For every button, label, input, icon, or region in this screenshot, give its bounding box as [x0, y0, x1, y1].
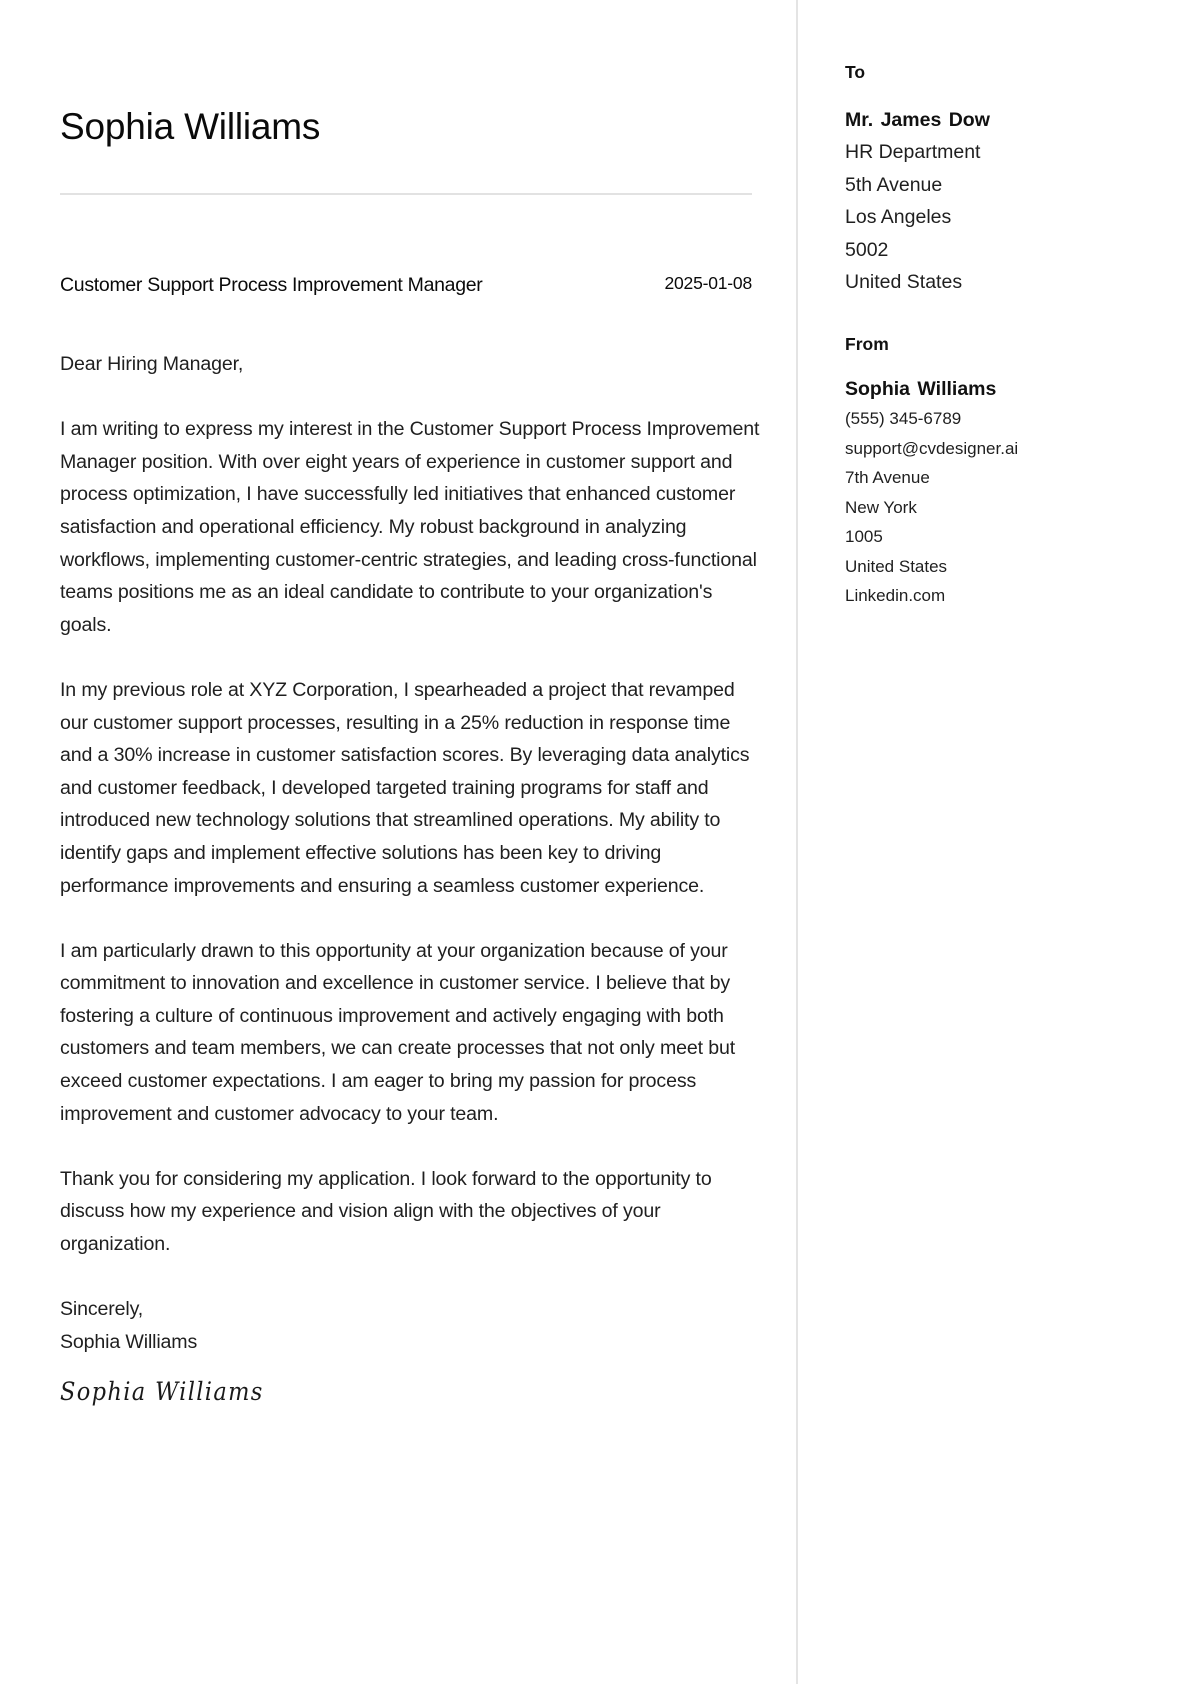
handwritten-signature: Sophia Williams: [60, 1377, 264, 1407]
body-paragraph: I am particularly drawn to this opportun…: [60, 939, 736, 1125]
header-divider: [60, 193, 752, 195]
recipient-name: Mr. James Dow: [845, 109, 990, 131]
recipient-city: Los Angeles: [845, 206, 952, 228]
recipient-postal-code: 5002: [845, 238, 889, 261]
greeting: Dear Hiring Manager,: [60, 353, 244, 375]
sender-website-link[interactable]: Linkedin.com: [845, 581, 1018, 611]
recipient-department: HR Department: [845, 141, 981, 163]
body-paragraph: In my previous role at XYZ Corporation, …: [60, 678, 750, 897]
column-divider: [796, 0, 798, 1684]
body-paragraph: I am writing to express my interest in t…: [60, 418, 760, 636]
applicant-name: Sophia Williams: [60, 106, 321, 147]
closing-phrase: Sincerely,: [60, 1298, 144, 1321]
letter-body: Dear Hiring Manager, I am writing to exp…: [60, 348, 760, 1409]
from-label: From: [845, 334, 889, 354]
recipient-country: United States: [845, 271, 963, 293]
sender-block: Sophia Williams (555) 345-6789 support@c…: [845, 374, 1018, 611]
sender-name: Sophia Williams: [60, 1330, 198, 1353]
recipient-block: Mr. James Dow HR Department 5th Avenue L…: [845, 104, 990, 299]
body-paragraph: Thank you for considering my application…: [60, 1167, 712, 1256]
sender-phone: (555) 345-6789: [845, 409, 962, 428]
sender-block-name: Sophia Williams: [845, 378, 997, 400]
sender-street: 7th Avenue: [845, 468, 930, 487]
sender-postal-code: 1005: [845, 527, 883, 546]
job-title: Customer Support Process Improvement Man…: [60, 274, 483, 296]
sender-city: New York: [845, 497, 917, 517]
to-label: To: [845, 62, 866, 82]
sender-country: United States: [845, 556, 948, 576]
sender-email[interactable]: support@cvdesigner.ai: [845, 434, 1018, 464]
letter-date: 2025-01-08: [664, 273, 752, 293]
recipient-street: 5th Avenue: [845, 173, 943, 196]
job-row: Customer Support Process Improvement Man…: [60, 273, 752, 298]
closing-block: Sincerely, Sophia Williams: [60, 1293, 760, 1358]
